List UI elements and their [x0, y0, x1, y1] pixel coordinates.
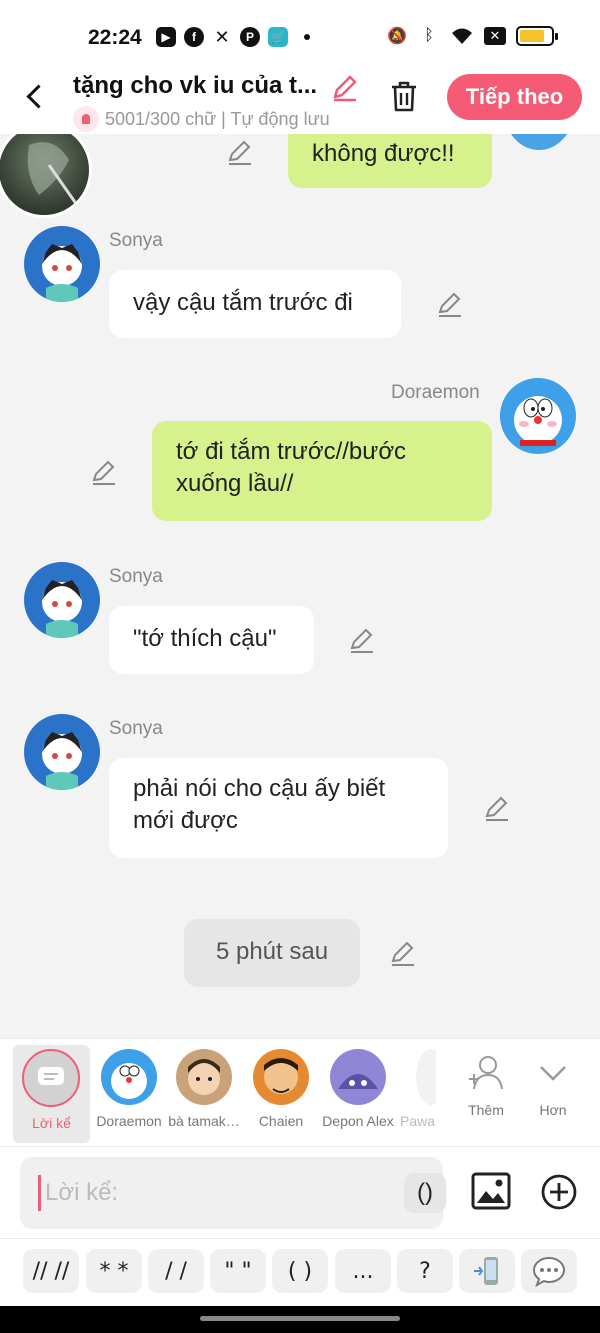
avatar[interactable] [0, 134, 92, 218]
status-time: 22:24 [88, 26, 142, 49]
format-button[interactable]: ? [397, 1249, 453, 1293]
format-button[interactable]: ... [335, 1249, 391, 1293]
avatar [101, 1049, 157, 1105]
chat-bubble[interactable]: tớ đi tắm trước//bước xuống lầu// [152, 421, 492, 521]
avatar[interactable] [24, 226, 100, 302]
add-label: Thêm [468, 1102, 504, 1118]
message-text: không được!! [312, 140, 455, 167]
story-title[interactable]: tặng cho vk iu của t... [73, 72, 328, 100]
chat-bubble[interactable]: "tớ thích cậu" [109, 606, 314, 674]
trash-icon[interactable] [386, 78, 422, 114]
composer: () [0, 1146, 600, 1238]
character-label: Pawa [400, 1113, 436, 1129]
character-selector: Lời kể Doraemon bà tamak… Chaien Depon A… [0, 1038, 600, 1146]
narration-bubble[interactable]: 5 phút sau [184, 919, 360, 987]
status-bar: 22:24 ▶ f ✕ P 🛒 🔕 ᛒ ✕ [0, 0, 600, 70]
edit-message-icon[interactable] [483, 794, 511, 822]
avatar[interactable] [24, 562, 100, 638]
format-button[interactable]: * * [86, 1249, 142, 1293]
format-button[interactable]: / / [148, 1249, 204, 1293]
add-person-icon [469, 1056, 503, 1090]
facebook-icon: f [184, 27, 204, 47]
chat-bubble[interactable]: vậy cậu tắm trước đi [109, 270, 401, 338]
chat-bubble[interactable]: phải nói cho cậu ấy biết mới được [109, 758, 448, 858]
character-option[interactable]: Doraemon [94, 1039, 164, 1129]
add-circle-icon[interactable] [540, 1173, 578, 1211]
avatar [253, 1049, 309, 1105]
character-label: Chaien [258, 1113, 304, 1129]
message-text: "tớ thích cậu" [133, 625, 277, 652]
edit-title-icon[interactable] [330, 72, 360, 102]
format-button[interactable]: " " [210, 1249, 266, 1293]
format-button[interactable]: ( ) [272, 1249, 328, 1293]
system-nav-bar [0, 1306, 600, 1333]
avatar [176, 1049, 232, 1105]
shopping-cart-icon: 🛒 [268, 27, 288, 47]
edit-message-icon[interactable] [226, 138, 254, 166]
avatar[interactable] [504, 134, 574, 150]
bluetooth-icon: ᛒ [424, 27, 434, 44]
more-notifications-dot [304, 34, 310, 40]
chat-area[interactable]: không được!! Sonya vậy cậu tắm trước đi … [0, 134, 600, 1038]
more-label: Hơn [539, 1102, 567, 1118]
phone-insert-button[interactable] [459, 1249, 515, 1293]
message-input[interactable] [38, 1175, 378, 1211]
speaker-name: Sonya [109, 230, 163, 251]
character-option[interactable]: Chaien [248, 1039, 314, 1129]
parentheses-button[interactable]: () [404, 1173, 446, 1213]
chevron-down-icon [540, 1066, 566, 1081]
image-icon[interactable] [471, 1171, 511, 1211]
no-sim-icon: ✕ [484, 27, 506, 45]
wifi-icon [452, 28, 472, 44]
phone-icon [474, 1257, 498, 1285]
character-option[interactable]: Pawa [400, 1039, 436, 1129]
message-text: phải nói cho cậu ấy biết mới được [133, 775, 386, 834]
narrator-option[interactable]: Lời kể [13, 1045, 90, 1143]
back-button[interactable] [22, 80, 52, 114]
speaker-name: Sonya [109, 566, 163, 587]
tools-icon: ✕ [214, 26, 230, 47]
avatar[interactable] [500, 378, 576, 454]
character-option[interactable]: Depon Alex [318, 1039, 398, 1129]
home-gesture-bar[interactable] [200, 1316, 400, 1321]
battery-icon [516, 26, 558, 46]
format-button[interactable]: // // [23, 1249, 79, 1293]
pinterest-icon: P [240, 27, 260, 47]
edit-message-icon[interactable] [389, 939, 417, 967]
avatar[interactable] [24, 714, 100, 790]
word-count-text: 5001/300 chữ | Tự động lưu [105, 108, 330, 129]
message-input-box: () [20, 1157, 446, 1229]
word-count-status: 5001/300 chữ | Tự động lưu [73, 106, 330, 132]
add-character-button[interactable]: Thêm [458, 1039, 514, 1118]
video-app-icon: ▶ [156, 27, 176, 47]
narration-icon [22, 1049, 80, 1107]
character-label: bà tamak… [168, 1113, 240, 1129]
message-text: tớ đi tắm trước//bước xuống lầu// [176, 438, 407, 497]
mute-icon: 🔕 [387, 28, 407, 45]
character-option[interactable]: bà tamak… [164, 1039, 244, 1129]
more-button[interactable]: Hơn [528, 1039, 578, 1118]
next-button[interactable]: Tiếp theo [447, 74, 582, 120]
edit-message-icon[interactable] [436, 290, 464, 318]
narrator-label: Lời kể [32, 1115, 71, 1131]
edit-message-icon[interactable] [348, 626, 376, 654]
message-text: 5 phút sau [215, 938, 329, 965]
speaker-name: Doraemon [391, 382, 480, 403]
bell-icon [73, 106, 99, 132]
status-indicators: 🔕 ᛒ ✕ [386, 26, 558, 46]
avatar [330, 1049, 386, 1105]
avatar [416, 1049, 436, 1105]
speech-bubble-icon [532, 1256, 566, 1287]
editor-header: tặng cho vk iu của t... 5001/300 chữ | T… [0, 70, 600, 134]
edit-message-icon[interactable] [90, 458, 118, 486]
status-app-icons: ▶ f ✕ P 🛒 [156, 27, 310, 47]
character-label: Depon Alex [322, 1113, 394, 1129]
quick-format-bar: // // * * / / " " ( ) ... ? [0, 1238, 600, 1306]
chat-bubble[interactable]: không được!! [288, 134, 492, 188]
message-text: vậy cậu tắm trước đi [133, 289, 353, 316]
message-insert-button[interactable] [521, 1249, 577, 1293]
character-label: Doraemon [96, 1113, 162, 1129]
speaker-name: Sonya [109, 718, 163, 739]
